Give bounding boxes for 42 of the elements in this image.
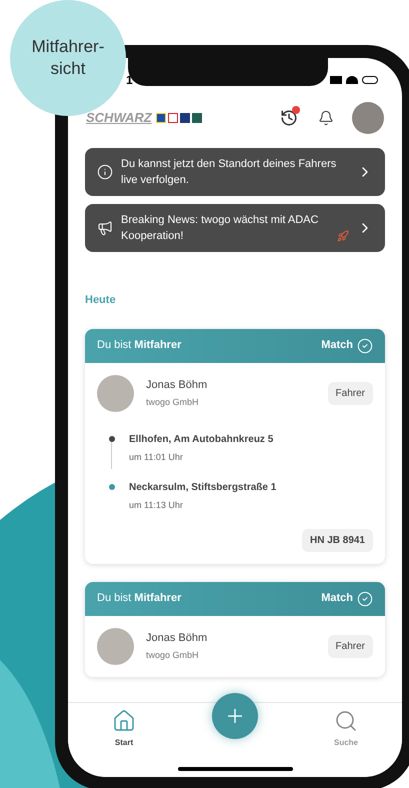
nav-tab[interactable]: Start: [112, 709, 136, 777]
notice-banner[interactable]: Breaking News: twogo wächst mit ADAC Kooperation!: [85, 204, 385, 252]
history-icon: [280, 109, 298, 127]
notice-text: Du kannst jetzt den Standort deines Fahrers live verfolgen.: [121, 157, 338, 188]
notice-banner[interactable]: Du kannst jetzt den Standort deines Fahrers live verfolgen.: [85, 148, 385, 196]
role-text: Du bist Mitfahrer: [97, 338, 182, 354]
stop-time: um 11:01 Uhr: [129, 450, 184, 464]
profile-avatar[interactable]: [352, 102, 384, 134]
role-badge: Fahrer: [328, 634, 373, 658]
brand-logos-drawing: [156, 113, 202, 123]
history-button[interactable]: [280, 109, 298, 127]
check-circle-icon: [357, 590, 373, 606]
status-icons-drawing: [330, 75, 380, 85]
role-text: Du bist Mitfahrer: [97, 591, 182, 606]
add-button[interactable]: [212, 693, 258, 739]
match-status: Match: [321, 338, 353, 354]
home-icon: [112, 709, 136, 733]
badge-text: sicht: [50, 58, 86, 80]
ride-card[interactable]: Du bist Mitfahrer Match Jonas Böhm twogo GmbH Fahrer: [85, 582, 385, 676]
section-title: Heute: [85, 293, 117, 308]
check-circle-icon: [357, 338, 373, 354]
ride-card[interactable]: Du bist Mitfahrer Match Jonas Böhm twogo GmbH Fahrer Ellhofen, Am Autobahnkreuz 5 um 11:01 Uhr Neckarsulm, Stiftsbergstraße 1 um 11:13 Uhr HN JB 8941: [85, 328, 385, 564]
notice-text: Breaking News: twogo wächst mit ADAC Kooperation!: [121, 213, 320, 244]
company-name: twogo GmbH: [146, 396, 200, 409]
stop-time: um 11:13 Uhr: [129, 499, 184, 512]
stop-place: Ellhofen, Am Autobahnkreuz 5: [129, 432, 274, 446]
megaphone-icon: [97, 220, 113, 236]
logo-text: SCHWARZ: [86, 109, 152, 128]
person-name: Jonas Böhm: [146, 378, 208, 393]
notification-bell-icon[interactable]: [318, 110, 334, 126]
status-time: 1: [126, 72, 133, 89]
stop-place: Neckarsulm, Stiftsbergstraße 1: [129, 481, 276, 495]
search-icon: [334, 709, 358, 733]
badge-text: Mitfahrer-: [32, 36, 104, 58]
license-plate: HN JB 8941: [302, 528, 373, 552]
company-name: twogo GmbH: [146, 648, 200, 662]
match-status: Match: [321, 591, 353, 606]
role-badge: Fahrer: [328, 382, 373, 404]
person-name: Jonas Böhm: [146, 631, 208, 646]
avatar: [97, 374, 134, 412]
avatar: [97, 628, 134, 664]
info-icon: [97, 164, 113, 180]
